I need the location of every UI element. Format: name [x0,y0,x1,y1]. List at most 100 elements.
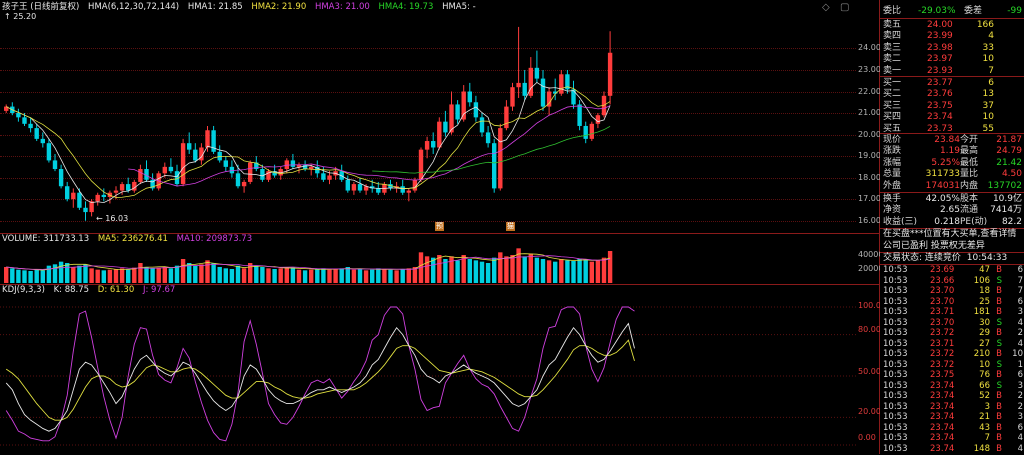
candle-body [467,91,472,103]
marker-yu[interactable]: 预 [435,222,444,231]
kdj-svg [0,306,856,446]
trade-count: 7 [1017,275,1023,286]
candle-body [40,138,45,144]
kdj-panel[interactable]: KDJ(9,3,3) K: 88.75 D: 61.30 J: 97.67 10… [0,285,886,454]
volume-bar [290,267,296,283]
sell-label: 卖一 [883,65,902,76]
buy-volume: 13 [982,89,994,100]
trade-volume: 18 [979,286,990,296]
candle-body [309,166,314,170]
volume-bar [370,269,375,283]
sell-price: 23.97 [927,54,953,65]
candle-body [28,123,33,129]
kdj-tick-0: 0.00 [858,433,876,442]
volume-bar [58,261,64,283]
stat-label-2: 股本 [960,194,979,204]
volume-bar [174,265,180,283]
buy-level-4: 买四 23.74 10 [880,111,1024,123]
volume-bar [272,269,277,283]
stat-label-2: 流通 [960,205,979,216]
trade-time: 10:53 [883,380,908,391]
buy-price: 23.74 [927,112,953,123]
candle-body [400,186,405,193]
candle-body [83,207,88,213]
volume-bar [321,268,326,283]
trade-price: 23.74 [930,433,955,443]
weicha-value: -99 [1007,6,1022,16]
candle-body [345,179,350,191]
candle-body [357,184,363,191]
candle-body [168,166,174,172]
quote-row: 涨幅 5.25% 最低 21.42 [880,157,1024,169]
candle-body [424,141,430,150]
volume-bar [357,269,363,283]
sell-label: 卖五 [883,20,902,30]
stat-value: 2.65 [939,205,960,216]
sell-label: 卖二 [883,54,902,65]
volume-bar [485,263,491,283]
buy-level-1: 买一 23.77 6 [880,77,1024,89]
candle-body [138,169,143,182]
candle-body [52,160,58,170]
volume-bar [382,269,387,283]
trade-side: B [996,328,1002,338]
trade-count: 2 [1017,391,1023,401]
trade-state: 交易状态: 连续竞价 10:54:33 [883,253,1008,263]
marker-mao[interactable]: 猫 [506,222,515,231]
trade-row: 10:53 23.74 148 B 4 [880,444,1024,455]
candle-body [187,143,192,150]
price-tick: 16.00 [858,215,881,225]
trade-side: S [996,359,1002,370]
quote-value: 23.84 [934,135,960,145]
volume-bar [260,267,265,283]
volume-bar [559,259,564,283]
trade-time: 10:53 [883,265,908,275]
volume-bar [327,269,332,283]
trade-count: 4 [1017,443,1023,454]
info-big-order[interactable]: 在买盘***位置有大买单,查看详情 [883,228,1016,240]
price-tick: 17.00 [858,194,881,204]
trade-price: 23.70 [930,317,955,328]
volume-panel[interactable]: VOLUME: 311733.13 MA5: 236276.41 MA10: 2… [0,234,883,285]
volume-bar [4,267,9,283]
volume-bar [601,257,607,283]
volume-bar [22,270,27,283]
trade-side: S [996,317,1002,328]
volume-bar [107,269,113,283]
sell-price: 23.99 [927,31,953,42]
trade-volume: 66 [979,380,990,391]
buy-label: 买一 [883,78,902,88]
price-panel[interactable]: 孩子王 (日线前复权) HMA(6,12,30,72,144) HMA1: 21… [0,0,881,234]
trade-price: 23.74 [930,443,955,454]
chart-area[interactable]: 孩子王 (日线前复权) HMA(6,12,30,72,144) HMA1: 21… [0,0,886,454]
trade-volume: 27 [979,338,990,349]
candle-body [485,132,491,144]
quote-label: 涨幅 [883,157,902,168]
trade-count: 4 [1017,433,1023,443]
volume-bar [467,259,472,283]
candle-body [77,192,82,208]
buy-label: 买二 [883,89,902,100]
quote-value: 174031 [925,180,960,191]
volume-bar [565,260,570,283]
candle-body [65,186,70,200]
volume-bar [534,257,540,283]
trade-side: B [996,265,1002,275]
buy-label: 买三 [883,100,902,111]
volume-bar [302,270,308,283]
volume-bar [309,269,314,283]
volume-bar [595,260,601,283]
trade-time: 10:53 [883,317,908,328]
kdj-tick-20: 20.00 [858,407,881,416]
trade-time: 10:53 [883,328,908,338]
candle-body [113,190,119,193]
quote-label-2: 今开 [960,135,979,145]
trade-side: B [996,443,1002,454]
quote-row: 涨跌 1.19 最高 24.79 [880,145,1024,157]
candle-body [58,169,64,187]
quote-label-2: 量比 [960,169,979,180]
trade-volume: 25 [979,296,990,307]
volume-bar [284,267,289,283]
volume-bar [522,256,527,283]
candle-body [443,121,448,133]
